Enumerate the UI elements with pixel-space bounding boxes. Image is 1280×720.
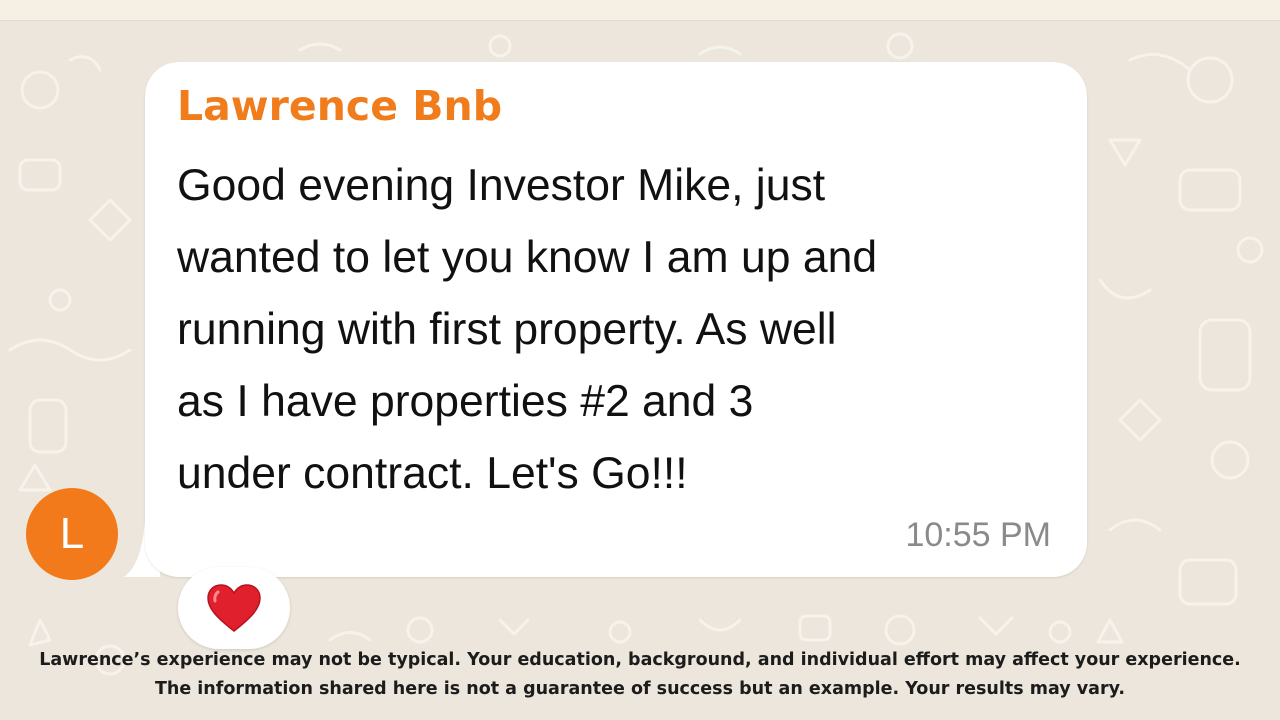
top-bar (0, 0, 1280, 21)
avatar-initial: L (59, 509, 85, 558)
sender-name[interactable]: Lawrence Bnb (177, 82, 502, 130)
disclaimer-line-1: Lawrence’s experience may not be typical… (39, 650, 1241, 670)
avatar[interactable]: L (26, 488, 118, 580)
disclaimer-line-2: The information shared here is not a gua… (154, 679, 1126, 699)
message-text: Good evening Investor Mike, just wanted … (177, 161, 878, 498)
reaction-badge[interactable] (178, 567, 290, 649)
message-bubble[interactable]: Lawrence Bnb Good evening Investor Mike,… (145, 62, 1087, 577)
heart-icon (207, 584, 261, 632)
message-timestamp: 10:55 PM (905, 516, 1051, 554)
disclaimer: Lawrence’s experience may not be typical… (0, 646, 1280, 704)
